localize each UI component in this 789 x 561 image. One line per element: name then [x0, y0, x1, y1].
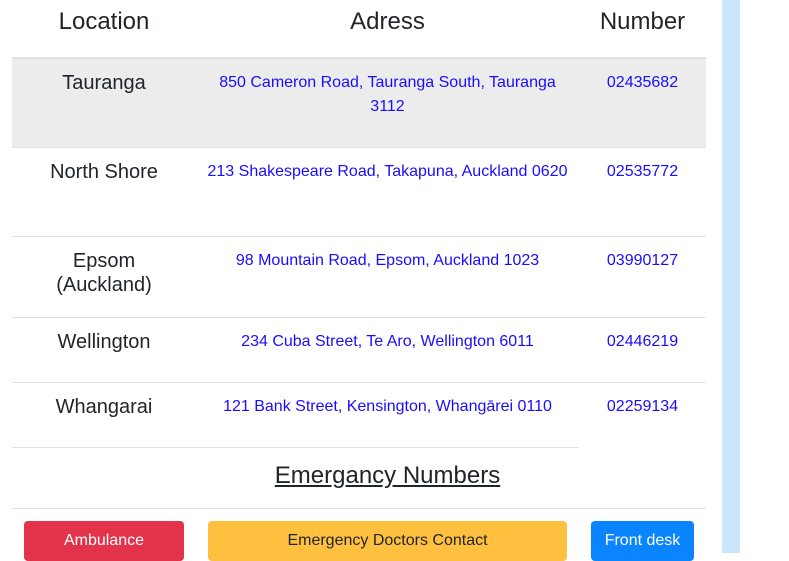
divider [12, 508, 706, 509]
location: Tauranga [62, 72, 146, 94]
emergency-doctors-button[interactable]: Emergency Doctors Contact [208, 521, 567, 561]
table-row: Whangarai 121 Bank Street, Kensington, W… [12, 382, 706, 447]
location: North Shore [50, 161, 158, 183]
phone-link[interactable]: 02535772 [579, 160, 706, 184]
table-row: Wellington 234 Cuba Street, Te Aro, Well… [12, 317, 706, 382]
front-desk-button[interactable]: Front desk [591, 521, 694, 561]
phone-link[interactable]: 02446219 [579, 330, 706, 354]
side-strip [722, 0, 740, 553]
table-row: Epsom (Auckland) 98 Mountain Road, Epsom… [12, 236, 706, 317]
table-header: Location Adress Number [12, 0, 706, 58]
divider [12, 447, 579, 448]
table-row: North Shore 213 Shakespeare Road, Takapu… [12, 147, 706, 236]
ambulance-button[interactable]: Ambulance [24, 521, 184, 561]
header-address: Adress [350, 8, 425, 35]
header-location: Location [58, 8, 150, 35]
phone-link[interactable]: 03990127 [579, 249, 706, 273]
location: Wellington [57, 331, 151, 353]
address-link[interactable]: 234 Cuba Street, Te Aro, Wellington 6011 [206, 330, 569, 354]
table-row: Tauranga 850 Cameron Road, Tauranga Sout… [12, 58, 706, 147]
address-link[interactable]: 213 Shakespeare Road, Takapuna, Auckland… [206, 160, 569, 184]
emergency-title: Emergancy Numbers [274, 462, 501, 489]
address-link[interactable]: 850 Cameron Road, Tauranga South, Tauran… [206, 71, 569, 119]
location: Whangarai [55, 396, 153, 418]
address-link[interactable]: 98 Mountain Road, Epsom, Auckland 1023 [206, 249, 569, 273]
phone-link[interactable]: 02259134 [579, 395, 706, 419]
location: Epsom (Auckland) [56, 250, 152, 296]
phone-link[interactable]: 02435682 [579, 71, 706, 95]
header-number: Number [599, 8, 686, 35]
address-link[interactable]: 121 Bank Street, Kensington, Whangārei 0… [206, 395, 569, 419]
